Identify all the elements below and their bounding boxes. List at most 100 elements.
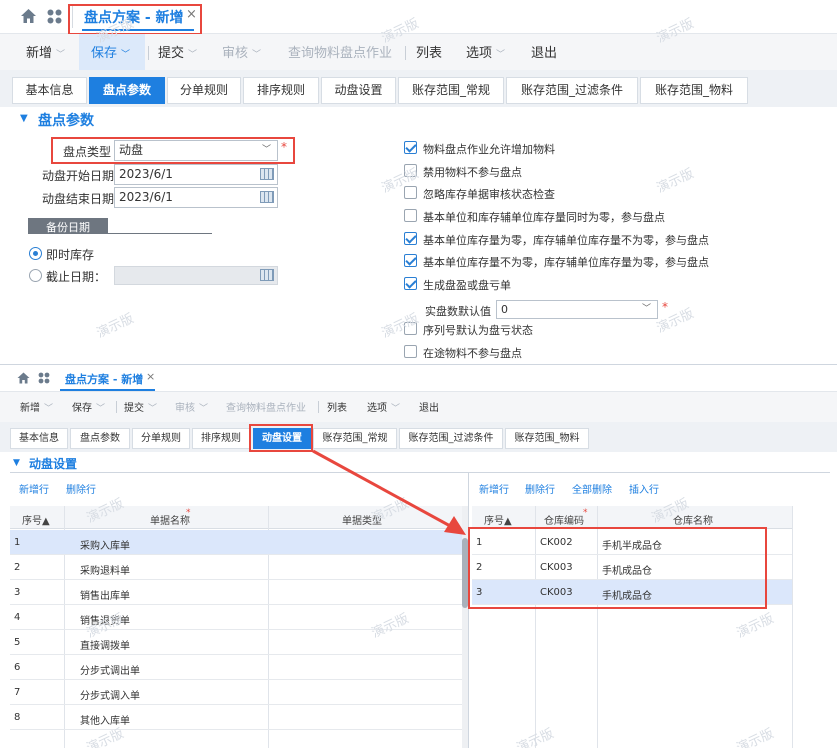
table-row[interactable]: 8 其他入库单: [10, 705, 462, 730]
tab-stock-range-filter[interactable]: 账存范围_过滤条件: [399, 428, 503, 449]
new-button[interactable]: 新增 ﹀: [26, 42, 65, 61]
highlight-box-warehouses: [468, 527, 767, 609]
radio-realtime-stock[interactable]: [29, 247, 42, 260]
table-row[interactable]: 6 分步式调出单: [10, 655, 462, 680]
options-button[interactable]: 选项 ﹀: [367, 399, 400, 414]
default-qty-value: 0: [501, 303, 508, 316]
checkbox-ignore-audit[interactable]: [404, 186, 417, 199]
add-row-button[interactable]: 新增行: [479, 481, 509, 496]
table-row[interactable]: 1 采购入库单: [10, 530, 462, 555]
exit-button[interactable]: 退出: [531, 42, 557, 61]
col-header-warehouse-code[interactable]: 仓库编码: [544, 512, 584, 527]
backup-date-header: 备份日期: [28, 218, 108, 234]
end-date-input[interactable]: 2023/6/1: [114, 187, 278, 208]
home-icon[interactable]: [17, 372, 30, 384]
start-date-value: 2023/6/1: [119, 167, 173, 181]
chevron-down-icon: ﹀: [641, 304, 651, 314]
watermark: 演示版: [734, 726, 777, 748]
col-header-seq[interactable]: 序号▲: [484, 512, 512, 527]
calendar-icon[interactable]: [260, 168, 274, 180]
radio-cutoff-label: 截止日期：: [46, 270, 107, 284]
checkbox-label: 序列号默认为盘亏状态: [423, 324, 533, 337]
collapse-icon[interactable]: ▼: [13, 458, 20, 468]
default-qty-select[interactable]: 0 ﹀: [496, 300, 658, 319]
toolbar: 新增 ﹀ 保存 ﹀ 提交 ﹀ 审核 ﹀ 查询物料盘点作业 列表 选项 ﹀ 退出: [0, 34, 837, 70]
calendar-icon[interactable]: [260, 191, 274, 203]
backup-date-label: 备份日期: [46, 221, 90, 234]
list-button[interactable]: 列表: [416, 42, 442, 61]
divider: [10, 472, 830, 473]
checkbox-aux-zero[interactable]: [404, 254, 417, 267]
section-title: 动盘设置: [29, 457, 78, 471]
checkbox-base-zero[interactable]: [404, 232, 417, 245]
tab-sort-rules[interactable]: 排序规则: [192, 428, 250, 449]
calendar-icon[interactable]: [260, 269, 274, 281]
tab-stock-range-general[interactable]: 账存范围_常规: [398, 77, 504, 104]
checkbox-in-transit[interactable]: [404, 345, 417, 358]
delete-all-button[interactable]: 全部删除: [572, 481, 612, 496]
right-grid-actions: 新增行 删除行 全部删除 插入行: [470, 475, 837, 499]
home-icon[interactable]: [20, 8, 37, 24]
apps-grid-icon[interactable]: [38, 372, 50, 384]
checkbox-label: 在途物料不参与盘点: [423, 347, 522, 360]
tab-split-rules[interactable]: 分单规则: [167, 77, 241, 104]
watermark: 演示版: [379, 311, 422, 342]
radio-cutoff-date[interactable]: [29, 269, 42, 282]
list-button[interactable]: 列表: [327, 399, 347, 414]
add-row-button[interactable]: 新增行: [19, 481, 49, 496]
tab-stock-range-material[interactable]: 账存范围_物料: [505, 428, 589, 449]
submit-button[interactable]: 提交 ﹀: [158, 42, 197, 61]
table-row[interactable]: 5 直接调拨单: [10, 630, 462, 655]
table-row[interactable]: 2 采购退料单: [10, 555, 462, 580]
default-qty-label: 实盘数默认值: [425, 305, 491, 318]
insert-row-button[interactable]: 插入行: [629, 481, 659, 496]
tab-count-params[interactable]: 盘点参数: [89, 77, 165, 104]
audit-button[interactable]: 审核 ﹀: [222, 42, 261, 61]
checkbox-allow-add-material[interactable]: [404, 141, 417, 154]
table-row[interactable]: 3 销售出库单: [10, 580, 462, 605]
doc-tab-title[interactable]: 盘点方案 - 新增: [65, 371, 143, 387]
tab-stock-range-material[interactable]: 账存范围_物料: [640, 77, 748, 104]
options-button[interactable]: 选项 ﹀: [466, 42, 505, 61]
close-icon[interactable]: ×: [146, 370, 155, 383]
divider: [468, 473, 469, 748]
col-header-seq[interactable]: 序号▲: [22, 512, 50, 527]
panel-dynamic-settings: 盘点方案 - 新增 × 新增 ﹀ 保存 ﹀ 提交 ﹀ 审核 ﹀ 查询物料盘点作业 列表 …: [0, 364, 837, 748]
tab-sort-rules[interactable]: 排序规则: [243, 77, 319, 104]
tab-basic-info[interactable]: 基本信息: [10, 428, 68, 449]
tab-basic-info[interactable]: 基本信息: [12, 77, 87, 104]
table-row[interactable]: 7 分步式调入单: [10, 680, 462, 705]
tab-dynamic-settings[interactable]: 动盘设置: [321, 77, 396, 104]
submit-button[interactable]: 提交 ﹀: [124, 399, 157, 414]
checkbox-label: 基本单位库存量不为零，库存辅单位库存量为零，参与盘点: [423, 256, 709, 269]
apps-grid-icon[interactable]: [47, 9, 62, 24]
highlight-box-tab: [249, 424, 313, 452]
col-header-bill-name[interactable]: 单据名称: [150, 512, 190, 527]
page-tabs: 基本信息 盘点参数 分单规则 排序规则 动盘设置 账存范围_常规 账存范围_过滤…: [0, 422, 837, 452]
checkbox-both-zero[interactable]: [404, 209, 417, 222]
doc-tab-bar: 盘点方案 - 新增 ×: [0, 365, 837, 392]
exit-button[interactable]: 退出: [419, 399, 439, 414]
new-button[interactable]: 新增 ﹀: [20, 399, 53, 414]
right-grid-header: 序号▲ 仓库编码 * 仓库名称: [472, 506, 792, 529]
delete-row-button[interactable]: 删除行: [525, 481, 555, 496]
delete-row-button[interactable]: 删除行: [66, 481, 96, 496]
watermark: 演示版: [654, 306, 697, 337]
tab-stock-range-filter[interactable]: 账存范围_过滤条件: [506, 77, 638, 104]
checkbox-generate-diff-bill[interactable]: [404, 277, 417, 290]
page-tabs: 基本信息 盘点参数 分单规则 排序规则 动盘设置 账存范围_常规 账存范围_过滤…: [0, 70, 837, 107]
query-count-job-button[interactable]: 查询物料盘点作业: [288, 42, 392, 61]
panel-count-params: 盘点方案 - 新增 × 新增 ﹀ 保存 ﹀ 提交 ﹀ 审核 ﹀ 查询物料盘点作业 列表 …: [0, 0, 837, 364]
collapse-icon[interactable]: ▼: [20, 113, 28, 124]
checkbox-label: 忽略库存单据审核状态检查: [423, 188, 555, 201]
start-date-input[interactable]: 2023/6/1: [114, 164, 278, 185]
audit-button[interactable]: 审核 ﹀: [175, 399, 208, 414]
query-count-job-button[interactable]: 查询物料盘点作业: [226, 399, 306, 414]
toolbar-separator: [318, 401, 319, 413]
save-button[interactable]: 保存 ﹀: [72, 399, 105, 414]
tab-split-rules[interactable]: 分单规则: [132, 428, 190, 449]
cutoff-date-input[interactable]: [114, 266, 278, 285]
tab-count-params[interactable]: 盘点参数: [70, 428, 130, 449]
tab-stock-range-general[interactable]: 账存范围_常规: [313, 428, 397, 449]
save-button[interactable]: 保存 ﹀: [91, 42, 130, 61]
